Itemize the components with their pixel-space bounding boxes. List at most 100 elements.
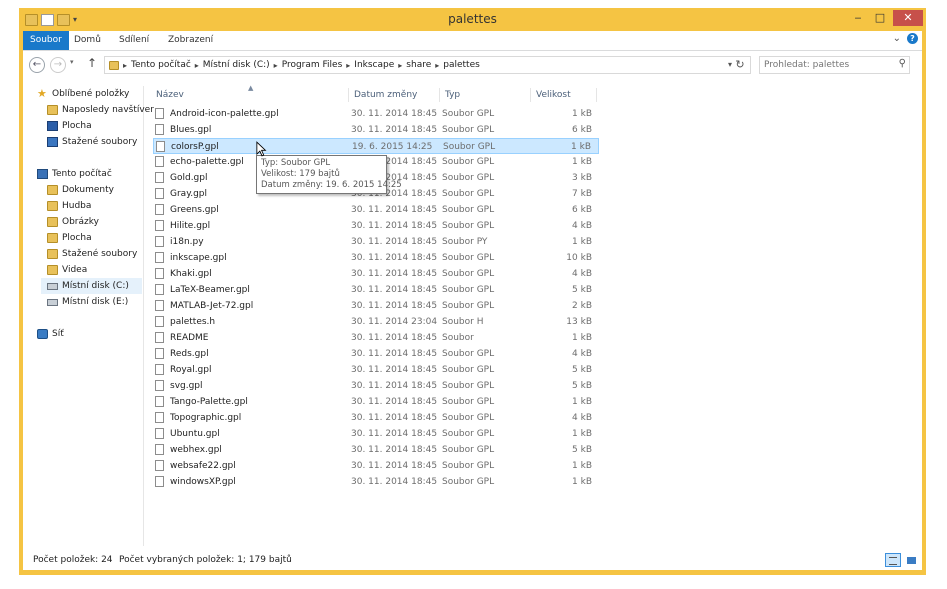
tab-share[interactable]: Sdílení (112, 31, 156, 50)
sidebar-item-videos[interactable]: Videa (47, 262, 87, 278)
navigation-bar: ← → ▾ ↑ ▸ Tento počítač ▸ Místní disk (C… (23, 51, 922, 78)
sidebar-item-documents[interactable]: Dokumenty (47, 182, 114, 198)
search-input[interactable] (764, 59, 884, 71)
search-box[interactable]: ⚲ (759, 56, 910, 74)
column-header-size[interactable]: Velikost (536, 86, 571, 104)
file-size: 2 kB (572, 301, 592, 311)
large-icons-view-button[interactable] (903, 553, 919, 567)
table-row[interactable]: LaTeX-Beamer.gpl 30. 11. 2014 18:45 Soubor… (153, 282, 599, 298)
table-row[interactable]: Ubuntu.gpl 30. 11. 2014 18:45 Soubor GPL 1 … (153, 426, 599, 442)
sidebar-item-label: Obrázky (62, 217, 99, 227)
file-date: 30. 11. 2014 18:45 (351, 461, 438, 471)
file-tooltip: Typ: Soubor GPL Velikost: 179 bajtů Datu… (256, 155, 402, 194)
table-row[interactable]: Hilite.gpl 30. 11. 2014 18:45 Soubor GPL 4 … (153, 218, 599, 234)
sidebar-item-disk-e[interactable]: Místní disk (E:) (47, 294, 128, 310)
table-row[interactable]: MATLAB-Jet-72.gpl 30. 11. 2014 18:45 Soubo… (153, 298, 599, 314)
table-row[interactable]: Khaki.gpl 30. 11. 2014 18:45 Soubor GPL 4 k… (153, 266, 599, 282)
breadcrumb-share[interactable]: share (406, 60, 431, 70)
file-type: Soubor (442, 333, 474, 343)
refresh-icon[interactable]: ↻ (731, 56, 749, 74)
column-divider[interactable] (596, 88, 597, 102)
documents-folder-icon (47, 185, 58, 195)
sidebar-item-disk-c[interactable]: Místní disk (C:) (41, 278, 142, 294)
breadcrumb-program-files[interactable]: Program Files (282, 60, 343, 70)
window-title: palettes (448, 12, 497, 26)
table-row[interactable]: svg.gpl 30. 11. 2014 18:45 Soubor GPL 5 kB (153, 378, 599, 394)
mouse-pointer-icon (256, 141, 267, 157)
table-row[interactable]: i18n.py 30. 11. 2014 18:45 Soubor PY 1 kB (153, 234, 599, 250)
file-size: 10 kB (566, 253, 592, 263)
table-row[interactable]: Android-icon-palette.gpl 30. 11. 2014 18:… (153, 106, 599, 122)
table-row[interactable]: websafe22.gpl 30. 11. 2014 18:45 Soubor GP… (153, 458, 599, 474)
chevron-right-icon[interactable]: ▸ (274, 61, 278, 70)
tooltip-type: Typ: Soubor GPL (261, 158, 331, 168)
expand-ribbon-icon[interactable]: ⌄ (893, 33, 901, 44)
table-row[interactable]: Greens.gpl 30. 11. 2014 18:45 Soubor GPL 6 … (153, 202, 599, 218)
sidebar-item-downloads[interactable]: Stažené soubory (47, 134, 137, 150)
close-button[interactable]: ✕ (893, 10, 923, 26)
file-type: Soubor GPL (442, 445, 495, 455)
sidebar-this-pc[interactable]: Tento počítač (37, 166, 112, 182)
sidebar-item-recent[interactable]: Naposledy navštíver (47, 102, 154, 118)
breadcrumb-inkscape[interactable]: Inkscape (354, 60, 394, 70)
file-icon (155, 172, 164, 183)
sidebar-item-music[interactable]: Hudba (47, 198, 91, 214)
sidebar-item-label: Stažené soubory (62, 137, 138, 147)
file-icon (155, 444, 164, 455)
details-view-button[interactable] (885, 553, 901, 567)
minimize-button[interactable]: ‒ (847, 10, 869, 26)
file-type: Soubor PY (442, 237, 488, 247)
chevron-right-icon[interactable]: ▸ (346, 61, 350, 70)
recent-locations-icon[interactable]: ▾ (70, 58, 74, 66)
sidebar-item-desktop-pc[interactable]: Plocha (47, 230, 92, 246)
chevron-right-icon[interactable]: ▸ (398, 61, 402, 70)
sidebar-item-pictures[interactable]: Obrázky (47, 214, 99, 230)
maximize-button[interactable]: □ (869, 10, 891, 26)
file-date: 30. 11. 2014 18:45 (351, 221, 438, 231)
file-size: 6 kB (572, 125, 592, 135)
back-button[interactable]: ← (29, 57, 45, 73)
table-row[interactable]: webhex.gpl 30. 11. 2014 18:45 Soubor GPL 5 … (153, 442, 599, 458)
tab-home[interactable]: Domů (67, 31, 108, 50)
chevron-right-icon[interactable]: ▸ (123, 61, 127, 70)
column-header-date[interactable]: Datum změny (354, 86, 417, 104)
breadcrumb-local-disk[interactable]: Místní disk (C:) (203, 60, 270, 70)
help-icon[interactable]: ? (907, 33, 918, 44)
table-row[interactable]: palettes.h 30. 11. 2014 23:04 Soubor H 13 k… (153, 314, 599, 330)
breadcrumb-this-pc[interactable]: Tento počítač (131, 60, 191, 70)
column-divider[interactable] (530, 88, 531, 102)
column-divider[interactable] (348, 88, 349, 102)
column-header-type[interactable]: Typ (445, 86, 460, 104)
address-bar[interactable]: ▸ Tento počítač ▸ Místní disk (C:) ▸ Pro… (104, 56, 751, 74)
sidebar-item-label: Naposledy navštíver (62, 105, 154, 115)
tab-view[interactable]: Zobrazení (161, 31, 220, 50)
forward-button[interactable]: → (50, 57, 66, 73)
breadcrumb-palettes[interactable]: palettes (443, 60, 480, 70)
sidebar-item-downloads-pc[interactable]: Stažené soubory (47, 246, 137, 262)
table-row[interactable]: Reds.gpl 30. 11. 2014 18:45 Soubor GPL 4 kB (153, 346, 599, 362)
sidebar-network[interactable]: Síť (37, 326, 64, 342)
table-row[interactable]: README 30. 11. 2014 18:45 Soubor 1 kB (153, 330, 599, 346)
table-row[interactable]: windowsXP.gpl 30. 11. 2014 18:45 Soubor GP… (153, 474, 599, 490)
table-row[interactable]: inkscape.gpl 30. 11. 2014 18:45 Soubor GPL… (153, 250, 599, 266)
table-row[interactable]: Royal.gpl 30. 11. 2014 18:45 Soubor GPL 5 k… (153, 362, 599, 378)
table-row[interactable]: Tango-Palette.gpl 30. 11. 2014 18:45 Soubo… (153, 394, 599, 410)
search-icon[interactable]: ⚲ (899, 58, 906, 69)
table-row[interactable]: Blues.gpl 30. 11. 2014 18:45 Soubor GPL 6 k… (153, 122, 599, 138)
file-date: 30. 11. 2014 18:45 (351, 205, 438, 215)
sidebar-item-desktop[interactable]: Plocha (47, 118, 92, 134)
table-row[interactable]: Topographic.gpl 30. 11. 2014 18:45 Soubor … (153, 410, 599, 426)
file-type: Soubor GPL (442, 301, 495, 311)
file-size: 1 kB (572, 429, 592, 439)
up-button[interactable]: ↑ (87, 56, 97, 70)
table-row[interactable]: colorsP.gpl 19. 6. 2015 14:25 Soubor GPL 1 … (153, 138, 599, 154)
chevron-right-icon[interactable]: ▸ (195, 61, 199, 70)
file-date: 30. 11. 2014 23:04 (351, 317, 438, 327)
column-header-name[interactable]: Název (156, 86, 184, 104)
tab-file[interactable]: Soubor (23, 31, 69, 50)
sidebar-favorites[interactable]: ★ Oblíbené položky (37, 86, 129, 102)
file-size: 1 kB (572, 333, 592, 343)
chevron-right-icon[interactable]: ▸ (435, 61, 439, 70)
file-size: 4 kB (572, 349, 592, 359)
column-divider[interactable] (439, 88, 440, 102)
